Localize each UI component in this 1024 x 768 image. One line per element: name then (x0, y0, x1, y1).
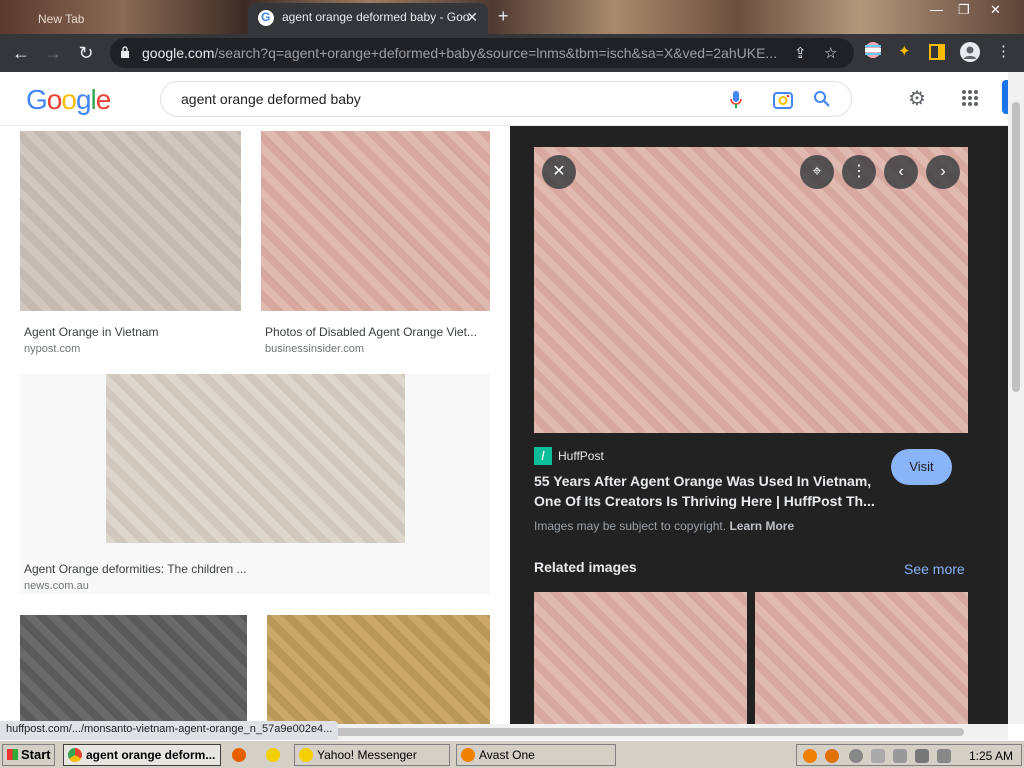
result-tile[interactable] (267, 615, 490, 724)
network-tray-icon[interactable] (915, 749, 929, 763)
taskbar-item-chrome[interactable]: agent orange deform... (63, 744, 221, 766)
visit-button[interactable]: Visit (891, 449, 952, 485)
result-image-placeholder (267, 615, 490, 724)
result-tile[interactable]: Agent Orange in Vietnam nypost.com (20, 131, 241, 355)
result-source: businessinsider.com (265, 343, 365, 355)
search-input[interactable]: agent orange deformed baby (160, 81, 852, 117)
back-icon[interactable]: ← (10, 42, 32, 64)
apps-grid-icon[interactable] (961, 89, 979, 107)
restore-icon[interactable]: ❐ (958, 2, 970, 18)
search-query: agent orange deformed baby (181, 91, 361, 107)
google-logo[interactable]: Google (26, 84, 111, 116)
result-caption: Agent Orange in Vietnam (24, 325, 159, 339)
copyright-text: Images may be subject to copyright. (534, 519, 727, 533)
browser-tab-strip: New Tab agent orange deformed baby - Goo… (0, 0, 1024, 34)
next-image-icon[interactable]: › (926, 155, 960, 189)
account-avatar-icon[interactable] (960, 42, 980, 62)
system-tray: 1:25 AM (796, 744, 1022, 766)
result-image-placeholder (20, 131, 241, 311)
scroll-thumb[interactable] (1012, 102, 1020, 392)
url-text: google.com/search?q=agent+orange+deforme… (142, 45, 777, 61)
avast-icon (461, 748, 475, 762)
extensions-puzzle-icon[interactable]: ✦ (898, 42, 911, 60)
search-icon[interactable] (813, 90, 831, 108)
google-header: Google agent orange deformed baby ⚙ (0, 72, 1008, 126)
firefox-icon[interactable] (232, 748, 246, 762)
minimize-icon[interactable]: — (930, 2, 943, 17)
bookmark-star-icon[interactable]: ☆ (824, 44, 837, 62)
result-image-placeholder (106, 374, 405, 543)
taskbar-item-avast[interactable]: Avast One (456, 744, 616, 766)
image-preview-panel: ✕ ⌖ ⋮ ‹ › / HuffPost 55 Years After Agen… (510, 126, 992, 724)
learn-more-link[interactable]: Learn More (729, 519, 794, 533)
profile-flag-icon[interactable] (864, 41, 882, 59)
previous-image-icon[interactable]: ‹ (884, 155, 918, 189)
address-bar[interactable]: google.com/search?q=agent+orange+deforme… (110, 38, 854, 68)
preview-source-name[interactable]: HuffPost (558, 449, 604, 463)
volume-tray-icon[interactable] (937, 749, 951, 763)
reload-icon[interactable]: ↻ (75, 42, 97, 64)
lens-search-icon[interactable]: ⌖ (800, 155, 834, 189)
printer-tray-icon[interactable] (871, 749, 885, 763)
result-tile[interactable] (20, 615, 247, 724)
result-tile[interactable]: Agent Orange deformities: The children .… (20, 374, 490, 594)
url-path: /search?q=agent+orange+deformed+baby&sou… (214, 45, 778, 61)
messenger-tray-icon[interactable] (849, 749, 863, 763)
taskbar-item-label: Yahoo! Messenger (317, 748, 417, 762)
url-host: google.com (142, 45, 215, 61)
see-more-link[interactable]: See more (904, 561, 965, 577)
result-source: nypost.com (24, 343, 81, 355)
preview-scrollbar[interactable] (992, 126, 1008, 724)
tab-close-icon[interactable]: ✕ (466, 9, 478, 26)
related-image-placeholder[interactable] (755, 592, 968, 724)
related-image-placeholder[interactable] (534, 592, 747, 724)
result-caption: Agent Orange deformities: The children .… (24, 562, 247, 576)
copyright-notice: Images may be subject to copyright. Lear… (534, 519, 794, 533)
browser-menu-icon[interactable]: ⋮ (996, 42, 1011, 60)
camera-lens-icon[interactable] (772, 90, 794, 110)
result-source: news.com.au (24, 580, 89, 592)
window-close-icon[interactable]: ✕ (990, 2, 1001, 18)
flag-tray-icon[interactable] (893, 749, 907, 763)
google-favicon-icon (258, 10, 274, 26)
result-image-placeholder (20, 615, 247, 724)
image-results-grid: Agent Orange in Vietnam nypost.com Photo… (0, 126, 510, 724)
huffpost-logo-icon: / (534, 447, 552, 465)
taskbar-item-yahoo[interactable]: Yahoo! Messenger (294, 744, 450, 766)
chrome-icon (68, 748, 82, 762)
share-icon[interactable]: ⇪ (794, 44, 807, 62)
lock-icon (121, 46, 129, 58)
related-images-heading: Related images (534, 559, 637, 575)
mic-icon[interactable] (729, 90, 743, 110)
result-caption: Photos of Disabled Agent Orange Viet... (265, 325, 477, 339)
forward-icon[interactable]: → (42, 42, 64, 64)
settings-gear-icon[interactable]: ⚙ (908, 86, 926, 111)
more-options-icon[interactable]: ⋮ (842, 155, 876, 189)
windows-taskbar: Start agent orange deform... Yahoo! Mess… (0, 740, 1024, 768)
tab-title: agent orange deformed baby - Goo (282, 10, 470, 24)
search-tray-icon[interactable] (825, 749, 839, 763)
result-tile[interactable]: Photos of Disabled Agent Orange Viet... … (261, 131, 490, 355)
start-button[interactable]: Start (2, 744, 55, 766)
yahoo-messenger-icon (299, 748, 313, 762)
browser-toolbar: ← → ↻ google.com/search?q=agent+orange+d… (0, 34, 1024, 72)
avast-tray-icon[interactable] (803, 749, 817, 763)
page-vertical-scrollbar[interactable] (1008, 72, 1024, 724)
new-tab-icon[interactable]: + (498, 6, 509, 27)
clock: 1:25 AM (968, 749, 1013, 763)
messenger-quicklaunch-icon[interactable] (266, 748, 280, 762)
status-bar-link: huffpost.com/.../monsanto-vietnam-agent-… (0, 721, 339, 740)
preview-title[interactable]: 55 Years After Agent Orange Was Used In … (534, 471, 884, 511)
taskbar-item-label: agent orange deform... (86, 748, 216, 762)
result-image-placeholder (261, 131, 490, 311)
preview-image-placeholder[interactable] (534, 147, 968, 433)
tab-new-tab[interactable]: New Tab (8, 4, 244, 34)
taskbar-item-label: Avast One (479, 748, 535, 762)
tab-google-search[interactable]: agent orange deformed baby - Goo ✕ (248, 3, 488, 34)
sidebar-panel-icon[interactable] (928, 43, 946, 61)
close-preview-icon[interactable]: ✕ (542, 155, 576, 189)
